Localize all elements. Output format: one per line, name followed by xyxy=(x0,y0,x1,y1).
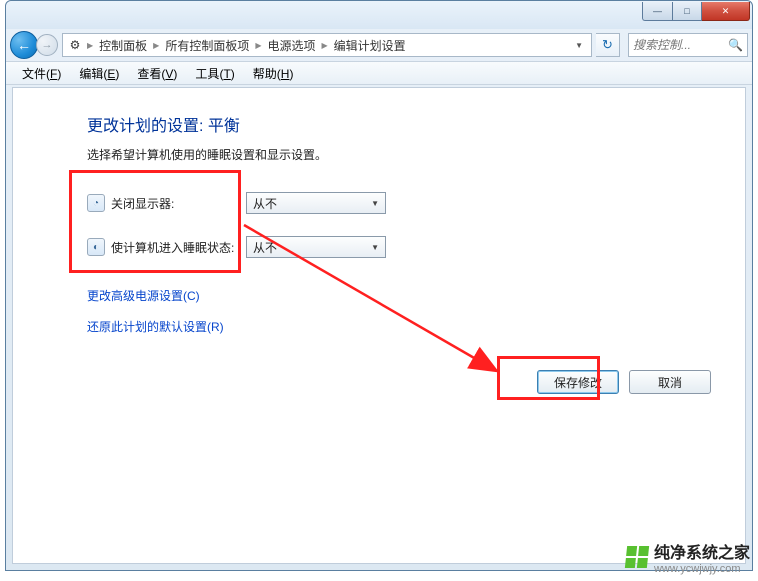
advanced-settings-link[interactable]: 更改高级电源设置(C) xyxy=(87,289,200,303)
cancel-button[interactable]: 取消 xyxy=(629,370,711,394)
button-row: 保存修改 取消 xyxy=(537,370,711,394)
page-title: 更改计划的设置: 平衡 xyxy=(87,112,745,136)
watermark: 纯净系统之家 www.ycwjwjy.com xyxy=(626,539,750,575)
save-button[interactable]: 保存修改 xyxy=(537,370,619,394)
page-description: 选择希望计算机使用的睡眠设置和显示设置。 xyxy=(87,146,745,163)
search-input[interactable] xyxy=(633,38,728,52)
breadcrumb-power-options[interactable]: 电源选项 xyxy=(266,37,318,54)
search-box[interactable]: 🔍 xyxy=(628,33,748,57)
navigation-strip: ← → ⚙ ▶ 控制面板 ▶ 所有控制面板项 ▶ 电源选项 ▶ 编辑计划设置 ▼… xyxy=(6,29,752,61)
display-off-dropdown[interactable]: 从不 ▼ xyxy=(246,192,386,214)
monitor-icon: ◔ xyxy=(87,194,105,212)
address-dropdown-icon[interactable]: ▼ xyxy=(571,41,587,50)
settings-group: ◔ 关闭显示器: 从不 ▼ ◐ 使计算机进入睡眠状态: 从不 ▼ xyxy=(87,191,745,335)
breadcrumb-all-items[interactable]: 所有控制面板项 xyxy=(163,37,251,54)
close-button[interactable]: ✕ xyxy=(702,2,750,21)
sleep-value: 从不 xyxy=(253,239,277,256)
sleep-icon: ◐ xyxy=(87,238,105,256)
chevron-down-icon: ▼ xyxy=(371,199,379,208)
titlebar: — □ ✕ xyxy=(6,1,752,29)
breadcrumb-sep-icon: ▶ xyxy=(151,41,161,50)
menu-tools[interactable]: 工具(T) xyxy=(187,63,242,84)
window-buttons: — □ ✕ xyxy=(642,2,750,21)
restore-defaults-link[interactable]: 还原此计划的默认设置(R) xyxy=(87,320,224,334)
sleep-dropdown[interactable]: 从不 ▼ xyxy=(246,236,386,258)
menu-file[interactable]: 文件(F) xyxy=(14,63,69,84)
setting-row-display: ◔ 关闭显示器: 从不 ▼ xyxy=(87,191,745,215)
display-off-label: 关闭显示器: xyxy=(111,195,246,212)
menu-help[interactable]: 帮助(H) xyxy=(245,63,302,84)
chevron-down-icon: ▼ xyxy=(371,243,379,252)
display-off-value: 从不 xyxy=(253,195,277,212)
menu-bar: 文件(F) 编辑(E) 查看(V) 工具(T) 帮助(H) xyxy=(6,61,752,85)
breadcrumb-control-panel[interactable]: 控制面板 xyxy=(97,37,149,54)
content-pane: 更改计划的设置: 平衡 选择希望计算机使用的睡眠设置和显示设置。 ◔ 关闭显示器… xyxy=(12,87,746,564)
refresh-button[interactable]: ↻ xyxy=(596,33,620,57)
breadcrumb-sep-icon: ▶ xyxy=(253,41,263,50)
breadcrumb-sep-icon: ▶ xyxy=(85,41,95,50)
sleep-label: 使计算机进入睡眠状态: xyxy=(111,239,246,256)
back-button[interactable]: ← xyxy=(10,31,38,59)
breadcrumb-sep-icon: ▶ xyxy=(320,41,330,50)
watermark-title: 纯净系统之家 xyxy=(654,539,750,563)
control-panel-icon: ⚙ xyxy=(67,37,83,53)
maximize-button[interactable]: □ xyxy=(672,2,702,21)
breadcrumb-edit-plan[interactable]: 编辑计划设置 xyxy=(332,37,408,54)
menu-edit[interactable]: 编辑(E) xyxy=(71,63,127,84)
search-icon[interactable]: 🔍 xyxy=(728,38,743,52)
address-bar[interactable]: ⚙ ▶ 控制面板 ▶ 所有控制面板项 ▶ 电源选项 ▶ 编辑计划设置 ▼ xyxy=(62,33,592,57)
watermark-logo-icon xyxy=(625,546,649,568)
menu-view[interactable]: 查看(V) xyxy=(129,63,185,84)
forward-button[interactable]: → xyxy=(36,34,58,56)
setting-row-sleep: ◐ 使计算机进入睡眠状态: 从不 ▼ xyxy=(87,235,745,259)
nav-arrows: ← → xyxy=(10,31,58,59)
minimize-button[interactable]: — xyxy=(642,2,672,21)
watermark-url: www.ycwjwjy.com xyxy=(654,563,750,575)
window-frame: — □ ✕ ← → ⚙ ▶ 控制面板 ▶ 所有控制面板项 ▶ 电源选项 ▶ 编辑… xyxy=(5,0,753,571)
